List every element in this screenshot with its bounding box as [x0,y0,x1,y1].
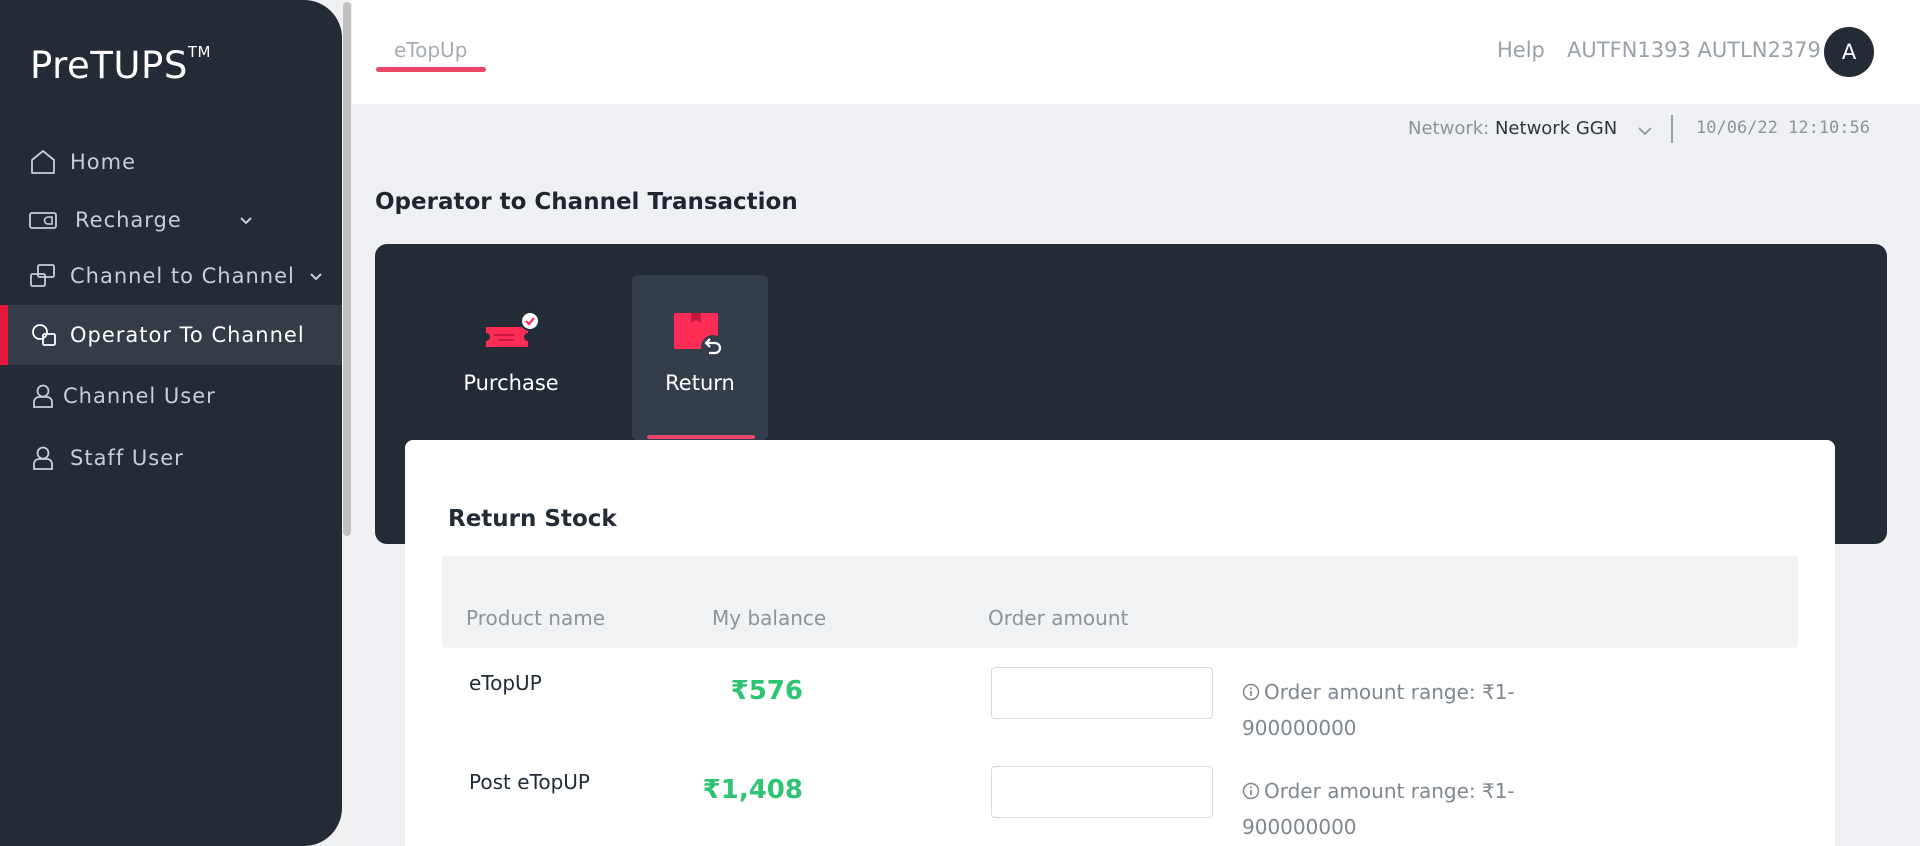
header-balance: My balance [712,606,827,630]
divider [1671,115,1673,143]
channel-transfer-icon [30,264,55,287]
network-value[interactable]: Network GGN [1495,118,1617,139]
sidebar-item-label: Channel to Channel [70,264,295,288]
user-icon [33,384,53,408]
datetime: 10/06/22 12:10:56 [1696,118,1870,138]
network-label: Network: [1408,118,1490,139]
hint-text: Order amount range: ₹1-900000000 [1242,779,1515,839]
tab-active-underline [376,67,486,72]
sidebar-item-channel-to-channel[interactable]: Channel to Channel [0,246,342,306]
tab-purchase[interactable]: Purchase [443,275,579,440]
user-name[interactable]: AUTFN1393 AUTLN2379 [1567,38,1821,62]
header-order: Order amount [988,606,1129,630]
tab-label: Return [665,371,735,395]
table-header: Product name My balance Order amount [442,556,1798,648]
balance-value: ₹1,408 [702,775,803,805]
header-product: Product name [466,606,606,630]
sidebar-item-label: Home [70,150,137,174]
section-title: Return Stock [448,506,617,532]
home-icon [31,150,55,174]
info-icon [1242,782,1260,800]
user-icon [33,446,53,470]
avatar[interactable]: A [1824,27,1874,77]
order-range-hint: Order amount range: ₹1-900000000 [1242,773,1542,845]
operator-channel-icon [32,324,56,346]
sidebar-item-label: Channel User [63,384,216,408]
product-name: Post eTopUP [469,770,590,794]
network-selector[interactable]: Network: Network GGN [1408,118,1617,139]
sidebar-item-home[interactable]: Home [0,132,342,192]
product-name: eTopUP [469,671,542,695]
order-amount-input[interactable] [991,766,1213,818]
sidebar: PreTUPSTM Home Recharge Channel to Chann… [0,0,342,846]
sidebar-item-channel-user[interactable]: Channel User [0,366,342,426]
sidebar-item-label: Operator To Channel [70,323,305,347]
sidebar-item-label: Staff User [70,446,184,470]
order-range-hint: Order amount range: ₹1-900000000 [1242,674,1542,746]
sidebar-item-operator-to-channel[interactable]: Operator To Channel [0,305,342,365]
chevron-down-icon[interactable] [238,212,254,228]
sidebar-item-staff-user[interactable]: Staff User [0,428,342,488]
purchase-ticket-icon [486,311,540,347]
page-title: Operator to Channel Transaction [375,189,798,215]
tab-etopup[interactable]: eTopUp [394,38,467,62]
tab-return[interactable]: Return [632,275,768,440]
sidebar-item-recharge[interactable]: Recharge [0,190,342,250]
recharge-icon [29,212,57,229]
return-box-icon [674,313,725,359]
tab-active-underline [647,435,755,439]
sidebar-scrollbar-thumb[interactable] [343,2,351,536]
help-link[interactable]: Help [1497,38,1545,62]
sidebar-item-label: Recharge [75,208,182,232]
info-icon [1242,683,1260,701]
balance-value: ₹576 [730,676,803,706]
chevron-down-icon[interactable] [308,268,324,284]
return-stock-card: Return Stock Product name My balance Ord… [405,440,1835,846]
brand-logo[interactable]: PreTUPSTM [30,43,211,87]
active-indicator [0,305,8,365]
tab-label: Purchase [463,371,559,395]
top-bar: eTopUp Help AUTFN1393 AUTLN2379 A [352,0,1920,104]
chevron-down-icon[interactable] [1636,122,1654,140]
order-amount-input[interactable] [991,667,1213,719]
hint-text: Order amount range: ₹1-900000000 [1242,680,1515,740]
